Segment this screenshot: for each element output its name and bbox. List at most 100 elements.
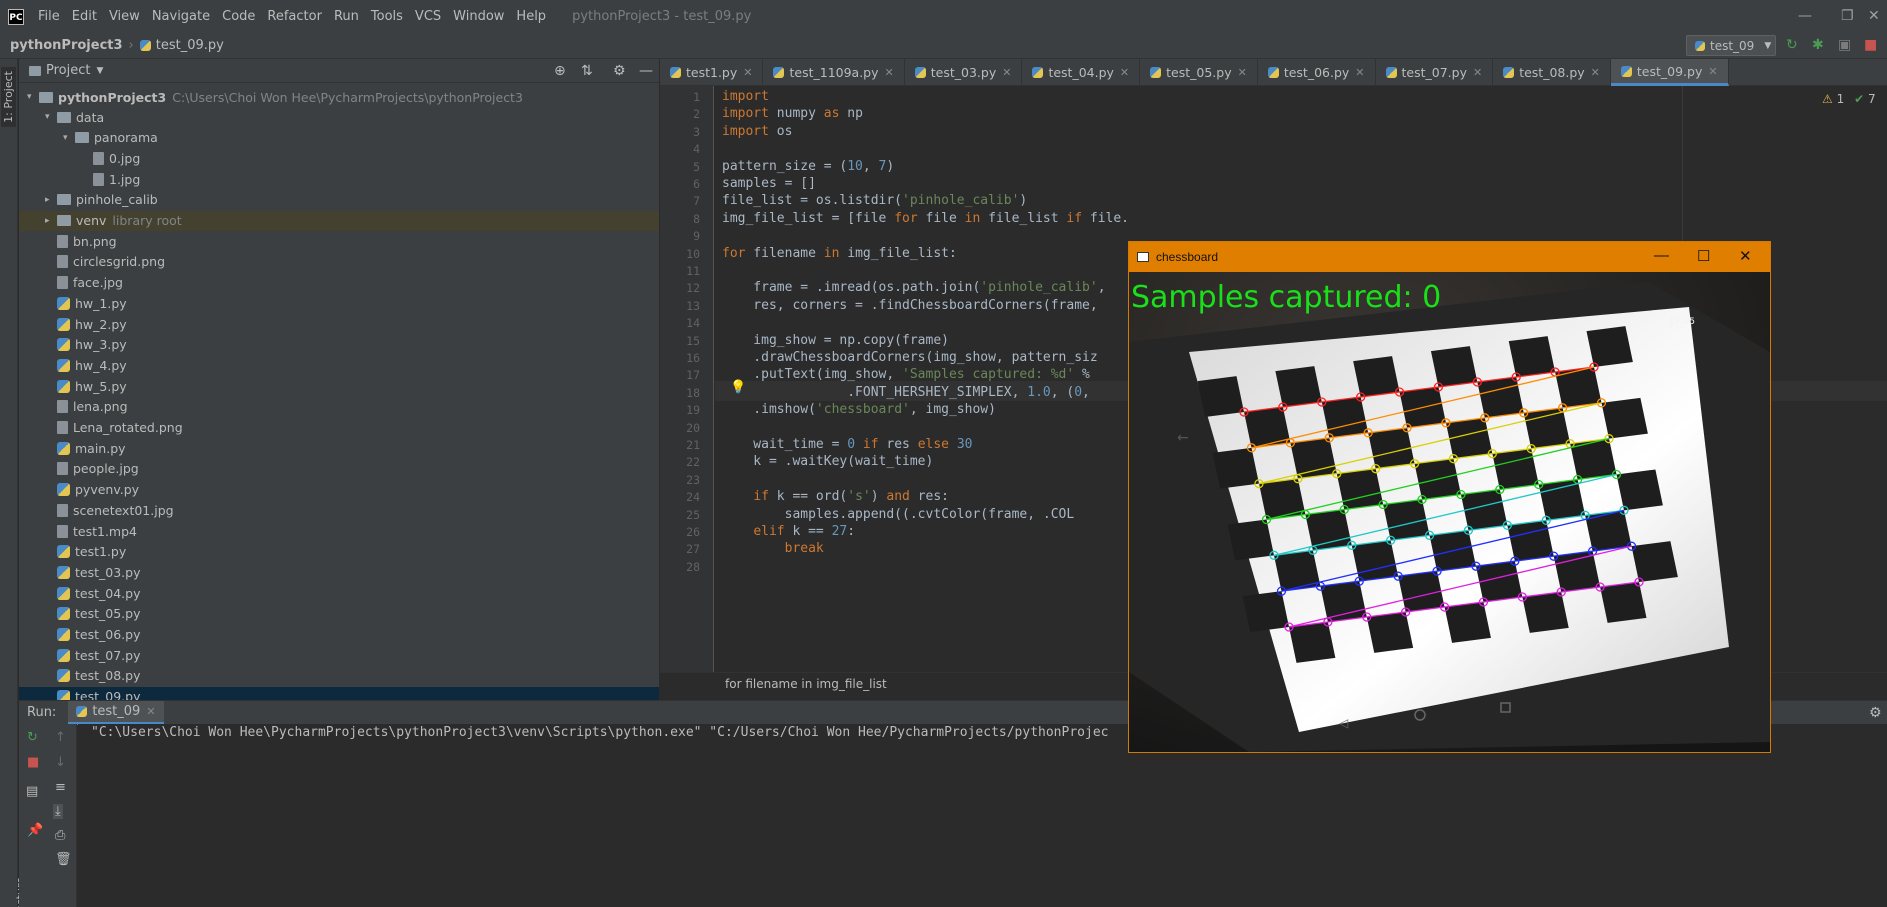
pin-icon[interactable]: 📌	[27, 823, 43, 838]
tree-item-label: test1.mp4	[73, 523, 137, 539]
tree-item[interactable]: test_03.py	[19, 562, 659, 582]
minimize-icon[interactable]: —	[1654, 247, 1669, 264]
minimize-icon[interactable]: —	[1798, 8, 1812, 24]
breadcrumb-project[interactable]: pythonProject3	[10, 38, 123, 53]
gear-icon[interactable]: ⚙	[613, 63, 626, 79]
chevron-down-icon: ▼	[1764, 40, 1772, 51]
close-icon[interactable]: ✕	[1739, 247, 1752, 265]
tree-item[interactable]: main.py	[19, 438, 659, 458]
tree-item[interactable]: test1.mp4	[19, 521, 659, 541]
hide-pane-icon[interactable]: —	[639, 63, 653, 79]
editor-tab[interactable]: test_1109a.py ✕	[763, 59, 905, 86]
tree-item[interactable]: test_04.py	[19, 583, 659, 603]
close-icon[interactable]: ✕	[1473, 66, 1482, 79]
tree-item[interactable]: Lena_rotated.png	[19, 418, 659, 438]
editor-tab[interactable]: test_06.py ✕	[1258, 59, 1376, 86]
locate-icon[interactable]: ⊕	[554, 63, 566, 79]
stop-icon[interactable]: ■	[1864, 37, 1877, 53]
editor-tab[interactable]: test_07.py ✕	[1376, 59, 1494, 86]
restore-icon[interactable]: ❐	[1841, 8, 1854, 24]
editor-tab[interactable]: test_05.py ✕	[1140, 59, 1258, 86]
debug-icon[interactable]: ✱	[1812, 37, 1824, 53]
menu-view[interactable]: View	[103, 9, 146, 24]
tree-item[interactable]: hw_4.py	[19, 355, 659, 375]
inspection-indicator[interactable]: ⚠ 1 ✔ 7	[1822, 92, 1876, 106]
close-icon[interactable]: ✕	[1355, 66, 1364, 79]
tree-item[interactable]: ▾ panorama	[19, 128, 659, 148]
menu-window[interactable]: Window	[447, 9, 510, 24]
menu-edit[interactable]: Edit	[66, 9, 103, 24]
run-config-dropdown[interactable]: test_09 ▼	[1686, 35, 1776, 56]
tree-item[interactable]: ▾ data	[19, 107, 659, 127]
close-icon[interactable]: ✕	[1708, 65, 1717, 78]
close-icon[interactable]: ✕	[1120, 66, 1129, 79]
menu-code[interactable]: Code	[216, 9, 261, 24]
gear-icon[interactable]: ⚙	[1869, 705, 1882, 721]
run-label: Run:	[27, 705, 57, 720]
close-icon[interactable]: ✕	[146, 705, 155, 718]
tree-item[interactable]: test_06.py	[19, 625, 659, 645]
close-icon[interactable]: ✕	[885, 66, 894, 79]
menu-vcs[interactable]: VCS	[409, 9, 447, 24]
chessboard-window[interactable]: chessboard — ☐ ✕ 17:05 ← ◁ Samples captu…	[1128, 241, 1771, 753]
scroll-to-end-icon[interactable]: ⤓	[53, 804, 63, 819]
tree-item[interactable]: lena.png	[19, 397, 659, 417]
tree-item[interactable]: pyvenv.py	[19, 480, 659, 500]
tree-item[interactable]: test_08.py	[19, 666, 659, 686]
coverage-icon[interactable]: ▣	[1838, 37, 1851, 53]
rerun-icon[interactable]: ↻	[1786, 37, 1798, 53]
menu-tools[interactable]: Tools	[365, 9, 409, 24]
tree-item[interactable]: hw_2.py	[19, 314, 659, 334]
editor-tab[interactable]: test_08.py ✕	[1493, 59, 1611, 86]
tree-item[interactable]: 0.jpg	[19, 148, 659, 168]
chevron-down-icon[interactable]: ▼	[96, 66, 103, 76]
print-icon[interactable]: ⎙	[55, 828, 65, 843]
line-number: 9	[693, 229, 700, 244]
project-pane-title[interactable]: Project	[46, 63, 90, 78]
chessboard-square	[1585, 510, 1632, 552]
editor-tab[interactable]: test_04.py ✕	[1022, 59, 1141, 86]
menu-refactor[interactable]: Refactor	[261, 9, 328, 24]
stop-icon[interactable]: ■	[27, 755, 39, 770]
breadcrumb-file[interactable]: test_09.py	[156, 38, 224, 53]
rerun-icon[interactable]: ↻	[27, 730, 38, 745]
maximize-icon[interactable]: ☐	[1697, 247, 1710, 265]
close-icon[interactable]: ✕	[743, 66, 752, 79]
tree-item[interactable]: hw_3.py	[19, 335, 659, 355]
tree-item[interactable]: ▸ pinhole_calib	[19, 190, 659, 210]
tree-item[interactable]: face.jpg	[19, 273, 659, 293]
tree-item[interactable]: scenetext01.jpg	[19, 500, 659, 520]
lightbulb-icon[interactable]: 💡	[730, 380, 746, 395]
menu-file[interactable]: File	[32, 9, 66, 24]
editor-tab[interactable]: test_03.py ✕	[905, 59, 1023, 86]
tree-item[interactable]: test1.py	[19, 542, 659, 562]
tree-item[interactable]: bn.png	[19, 231, 659, 251]
tree-root[interactable]: ▾ pythonProject3 C:\Users\Choi Won Hee\P…	[19, 87, 659, 107]
close-icon[interactable]: ✕	[1591, 66, 1600, 79]
editor-tab[interactable]: test1.py ✕	[660, 59, 764, 86]
close-icon[interactable]: ✕	[1002, 66, 1011, 79]
close-icon[interactable]: ✕	[1238, 66, 1247, 79]
menu-navigate[interactable]: Navigate	[146, 9, 216, 24]
tree-item[interactable]: test_07.py	[19, 645, 659, 665]
tree-item[interactable]: test_05.py	[19, 604, 659, 624]
chessboard-window-titlebar[interactable]: chessboard — ☐ ✕	[1129, 242, 1770, 272]
close-window-icon[interactable]: ✕	[1868, 8, 1880, 24]
trash-icon[interactable]: 🗑	[55, 852, 72, 867]
tree-item[interactable]: ▸ venv library root	[19, 210, 659, 231]
layout-icon[interactable]: ▤	[26, 784, 38, 799]
tree-item[interactable]: 1.jpg	[19, 169, 659, 189]
tree-item[interactable]: people.jpg	[19, 459, 659, 479]
menu-run[interactable]: Run	[328, 9, 365, 24]
editor-tab[interactable]: test_09.py ✕	[1610, 59, 1729, 86]
tree-item[interactable]: circlesgrid.png	[19, 252, 659, 272]
project-tool-tab[interactable]: 1: Project	[1, 67, 16, 127]
arrow-down-icon[interactable]: ↓	[55, 755, 66, 770]
run-tab[interactable]: test_09 ✕	[68, 700, 164, 725]
collapse-all-icon[interactable]: ⇅	[581, 63, 593, 79]
soft-wrap-icon[interactable]: ≡	[55, 780, 66, 795]
menu-help[interactable]: Help	[510, 9, 552, 24]
arrow-up-icon[interactable]: ↑	[55, 730, 66, 745]
tree-item[interactable]: hw_1.py	[19, 293, 659, 313]
tree-item[interactable]: hw_5.py	[19, 376, 659, 396]
